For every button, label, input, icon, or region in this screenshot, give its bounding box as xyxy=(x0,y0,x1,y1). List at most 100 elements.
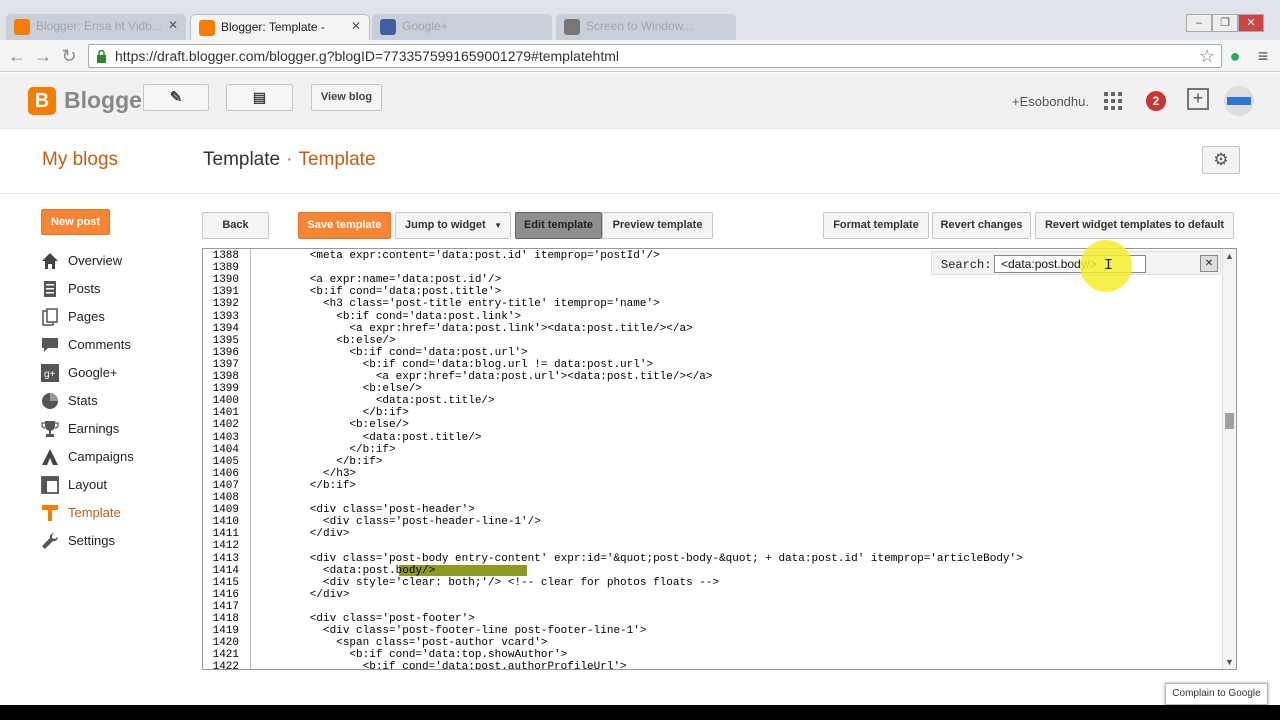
scroll-up-icon[interactable]: ▲ xyxy=(1225,251,1234,261)
menu-icon[interactable]: ≡ xyxy=(1252,46,1274,67)
code-area[interactable]: <meta expr:content='data:post.id' itempr… xyxy=(257,249,1217,669)
sidebar-item-label: Settings xyxy=(68,533,115,548)
sidebar-item-label: Earnings xyxy=(68,421,120,436)
browser-tab-4[interactable]: Screen to Window... xyxy=(556,14,736,40)
campaigns-icon xyxy=(42,449,58,465)
code-line: <div style='clear: both;'/> <!-- clear f… xyxy=(257,576,720,589)
preview-template-button[interactable]: Preview template xyxy=(602,212,713,239)
reload-icon[interactable]: ↻ xyxy=(58,46,80,67)
my-blogs-link[interactable]: My blogs xyxy=(42,149,118,171)
back-arrow-icon[interactable]: ← xyxy=(6,46,28,67)
minimize-window-icon[interactable]: – xyxy=(1186,14,1212,32)
share-plus-icon[interactable]: + xyxy=(1187,88,1209,110)
scroll-down-icon[interactable]: ▼ xyxy=(1225,657,1234,667)
close-window-icon[interactable]: ✕ xyxy=(1238,14,1264,32)
code-line: </b:if> xyxy=(257,479,357,492)
view-blog-button[interactable]: View blog xyxy=(311,84,382,111)
address-bar: ← → ↻ https://draft.blogger.com/blogger.… xyxy=(0,40,1280,72)
forward-arrow-icon[interactable]: → xyxy=(32,46,54,67)
new-post-pencil-button[interactable]: ✎ xyxy=(143,84,209,111)
blogger-icon xyxy=(14,19,30,35)
line-number: 1398 xyxy=(212,371,239,383)
breadcrumb-separator: · xyxy=(286,149,293,170)
window-icon xyxy=(564,19,580,35)
avatar[interactable] xyxy=(1224,86,1254,116)
posts-list-button[interactable]: ▤ xyxy=(226,84,293,111)
search-label: Search: xyxy=(941,258,992,272)
close-tab-icon[interactable]: ✕ xyxy=(168,18,178,32)
line-number: 1414 xyxy=(212,564,239,577)
layout-icon xyxy=(41,476,59,494)
code-line: <a expr:href='data:post.url'><data:post.… xyxy=(257,371,713,383)
stats-icon xyxy=(42,393,58,409)
new-post-button[interactable]: New post xyxy=(41,209,110,235)
extension-icon[interactable]: ● xyxy=(1224,46,1246,67)
code-line: <data:post.title/> xyxy=(257,395,495,408)
sidebar-item-label: Google+ xyxy=(68,365,118,380)
star-icon[interactable]: ☆ xyxy=(1196,46,1218,67)
code-line: </h3> xyxy=(257,467,357,480)
line-number: 1401 xyxy=(212,407,239,420)
complain-to-google-button[interactable]: Complain to Google xyxy=(1165,683,1268,705)
editor-scrollbar[interactable]: ▲ ▼ xyxy=(1222,249,1236,669)
breadcrumb-blog[interactable]: Template xyxy=(203,149,280,170)
jump-to-widget-dropdown[interactable]: Jump to widget ▼ xyxy=(395,212,511,239)
url-field[interactable]: https://draft.blogger.com/blogger.g?blog… xyxy=(88,44,1222,68)
text-cursor-icon: I xyxy=(1104,257,1114,274)
close-search-icon[interactable]: ✕ xyxy=(1200,255,1218,272)
trophy-icon xyxy=(41,421,59,437)
line-number: 1399 xyxy=(212,383,239,396)
revert-widget-templates-button[interactable]: Revert widget templates to default xyxy=(1035,212,1234,239)
line-number: 1390 xyxy=(212,274,239,287)
line-number: 1413 xyxy=(212,552,239,565)
sidebar-item-label: Comments xyxy=(68,337,131,352)
close-tab-icon[interactable]: ✕ xyxy=(351,19,361,33)
line-number: 1409 xyxy=(212,504,239,517)
line-number: 1403 xyxy=(212,431,239,444)
code-line: <b:else/> xyxy=(257,419,409,432)
format-template-button[interactable]: Format template xyxy=(823,212,929,239)
browser-tab-1[interactable]: Blogger: Ensa ht Vidb... ✕ xyxy=(6,14,186,40)
gear-icon: ⚙ xyxy=(1213,150,1229,169)
save-template-button[interactable]: Save template xyxy=(298,212,391,239)
code-line: <b:else/> xyxy=(257,334,396,347)
template-code-editor[interactable]: 1388 1389 1390 1391 1392 1393 1394 1395 1396 1397… xyxy=(202,248,1237,670)
code-line: <b:if cond='data:post.authorProfileUrl'> xyxy=(257,661,627,670)
blogger-logo-icon[interactable]: B xyxy=(28,87,56,115)
code-line: <b:if cond='data:blog.url != data:post.u… xyxy=(257,358,654,371)
line-number: 1422 xyxy=(212,661,239,670)
maximize-window-icon[interactable]: ❐ xyxy=(1212,14,1238,32)
search-input[interactable]: <data:post.body/> xyxy=(994,255,1146,273)
line-number: 1392 xyxy=(212,298,239,311)
line-number: 1421 xyxy=(212,649,239,662)
sidebar-item-label: Template xyxy=(68,505,121,520)
line-number: 1391 xyxy=(212,286,239,299)
line-number: 1410 xyxy=(212,516,239,529)
tab-title: Google+ xyxy=(402,19,448,33)
line-number: 1420 xyxy=(212,637,239,650)
pencil-icon: ✎ xyxy=(169,89,183,106)
code-line: <span class='post-author vcard'> xyxy=(257,637,548,650)
sidebar-item-label: Pages xyxy=(68,309,105,324)
blogger-logo-text[interactable]: Blogger xyxy=(64,87,151,114)
edit-template-button[interactable]: Edit template xyxy=(515,212,602,239)
apps-grid-icon[interactable] xyxy=(1104,92,1122,110)
code-line: </div> xyxy=(257,588,350,601)
line-number: 1419 xyxy=(212,625,239,638)
code-line: <div class='post-footer'> xyxy=(257,613,475,625)
notifications-badge[interactable]: 2 xyxy=(1146,91,1166,111)
back-button[interactable]: Back xyxy=(202,212,269,239)
url-text: https://draft.blogger.com/blogger.g?blog… xyxy=(115,48,619,64)
google-plus-icon: g+ xyxy=(41,364,59,382)
scrollbar-thumb[interactable] xyxy=(1225,413,1234,429)
settings-gear-button[interactable]: ⚙ xyxy=(1202,146,1240,174)
line-number: 1407 xyxy=(212,479,239,492)
browser-tab-3[interactable]: Google+ xyxy=(372,14,552,40)
browser-tab-2[interactable]: Blogger: Template - ✕ xyxy=(190,14,370,40)
sidebar-item-label: Layout xyxy=(68,477,108,492)
line-number: 1415 xyxy=(212,576,239,589)
code-line: <div class='post-footer-line post-footer… xyxy=(257,625,647,638)
line-number: 1405 xyxy=(212,455,239,468)
user-name[interactable]: +Esobondhu. xyxy=(1012,94,1089,109)
revert-changes-button[interactable]: Revert changes xyxy=(932,212,1031,239)
